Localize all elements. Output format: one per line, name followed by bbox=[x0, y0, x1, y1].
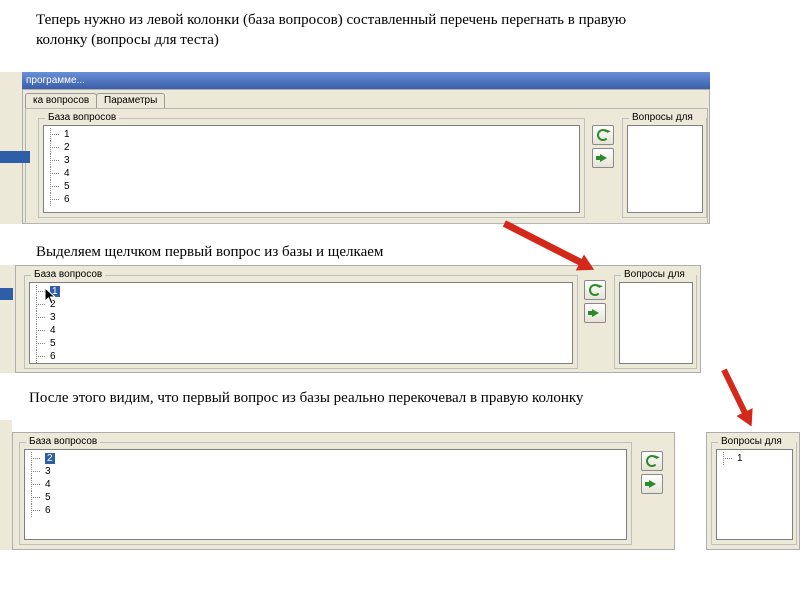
list-item[interactable]: 3 bbox=[31, 465, 55, 478]
transfer-buttons bbox=[641, 451, 665, 494]
tab-parameters[interactable]: Параметры bbox=[96, 93, 165, 109]
arrow-right-icon bbox=[592, 309, 599, 317]
left-panel: База вопросов 2 3 4 5 6 bbox=[12, 432, 675, 550]
list-item[interactable]: 6 bbox=[50, 193, 70, 206]
selection-strip bbox=[0, 288, 13, 300]
right-panel: Вопросы для тес 1 bbox=[706, 432, 800, 550]
groupbox-question-base-legend: База вопросов bbox=[45, 112, 119, 123]
refresh-icon bbox=[597, 129, 609, 141]
list-item[interactable]: 4 bbox=[50, 167, 70, 180]
selection-strip bbox=[0, 151, 30, 163]
groupbox-test-questions: Вопросы для тес 1 bbox=[711, 442, 797, 545]
arrow-right-icon bbox=[600, 154, 607, 162]
arrow-right-icon bbox=[649, 480, 656, 488]
list-item[interactable]: 2 bbox=[50, 141, 70, 154]
transfer-buttons bbox=[584, 280, 608, 323]
move-right-button[interactable] bbox=[641, 474, 663, 494]
groupbox-question-base: База вопросов 1 2 3 4 5 6 bbox=[38, 118, 585, 218]
move-right-button[interactable] bbox=[592, 148, 614, 168]
refresh-button[interactable] bbox=[592, 125, 614, 145]
transfer-buttons bbox=[592, 125, 616, 168]
screenshot-2: База вопросов 1 2 3 4 5 6 Вопросы для те… bbox=[0, 265, 770, 373]
screenshot-3: База вопросов 2 3 4 5 6 Вопросы для тес … bbox=[0, 420, 800, 550]
test-questions-list[interactable] bbox=[619, 282, 693, 364]
list-item[interactable]: 2 bbox=[31, 452, 55, 465]
groupbox-test-questions: Вопросы для теста bbox=[614, 275, 697, 369]
window-frame-left bbox=[0, 420, 12, 550]
list-item[interactable]: 3 bbox=[50, 154, 70, 167]
list-item[interactable]: 6 bbox=[31, 504, 55, 517]
groupbox-test-questions: Вопросы для теста bbox=[622, 118, 707, 218]
list-item[interactable]: 1 bbox=[723, 452, 743, 465]
list-item[interactable]: 5 bbox=[31, 491, 55, 504]
test-questions-tree: 1 bbox=[723, 452, 743, 465]
list-item[interactable]: 3 bbox=[36, 311, 60, 324]
test-questions-list[interactable] bbox=[627, 125, 703, 213]
list-item[interactable]: 5 bbox=[36, 337, 60, 350]
list-item[interactable]: 6 bbox=[36, 350, 60, 363]
question-base-list[interactable]: 2 3 4 5 6 bbox=[24, 449, 627, 540]
question-base-list[interactable]: 1 2 3 4 5 6 bbox=[43, 125, 580, 213]
tab-questions-edit[interactable]: ка вопросов bbox=[25, 93, 97, 109]
instruction-text-3: После этого видим, что первый вопрос из … bbox=[29, 388, 769, 408]
cursor-icon bbox=[44, 287, 58, 305]
window-titlebar: программе... bbox=[22, 72, 710, 89]
move-right-button[interactable] bbox=[584, 303, 606, 323]
tab-page: База вопросов 1 2 3 4 5 6 Вопросы для те… bbox=[25, 108, 708, 224]
list-item[interactable]: 1 bbox=[50, 128, 70, 141]
groupbox-question-base: База вопросов 2 3 4 5 6 bbox=[19, 442, 632, 545]
list-item[interactable]: 5 bbox=[50, 180, 70, 193]
question-base-list[interactable]: 1 2 3 4 5 6 bbox=[29, 282, 573, 364]
window-frame-left bbox=[0, 265, 15, 373]
refresh-icon bbox=[589, 284, 601, 296]
refresh-button[interactable] bbox=[584, 280, 606, 300]
instruction-text-1: Теперь нужно из левой колонки (база вопр… bbox=[36, 10, 676, 51]
groupbox-question-base-legend: База вопросов bbox=[26, 436, 100, 447]
groupbox-question-base: База вопросов 1 2 3 4 5 6 bbox=[24, 275, 578, 369]
question-base-tree: 2 3 4 5 6 bbox=[31, 452, 55, 517]
refresh-icon bbox=[646, 455, 658, 467]
test-questions-list[interactable]: 1 bbox=[716, 449, 793, 540]
instruction-text-2: Выделяем щелчком первый вопрос из базы и… bbox=[36, 242, 736, 262]
list-item[interactable]: 4 bbox=[36, 324, 60, 337]
groupbox-question-base-legend: База вопросов bbox=[31, 269, 105, 280]
window-frame-left bbox=[0, 72, 22, 224]
list-item[interactable]: 4 bbox=[31, 478, 55, 491]
screenshot-1: программе... ка вопросов Параметры База … bbox=[0, 72, 800, 224]
question-base-tree: 1 2 3 4 5 6 bbox=[50, 128, 70, 206]
refresh-button[interactable] bbox=[641, 451, 663, 471]
